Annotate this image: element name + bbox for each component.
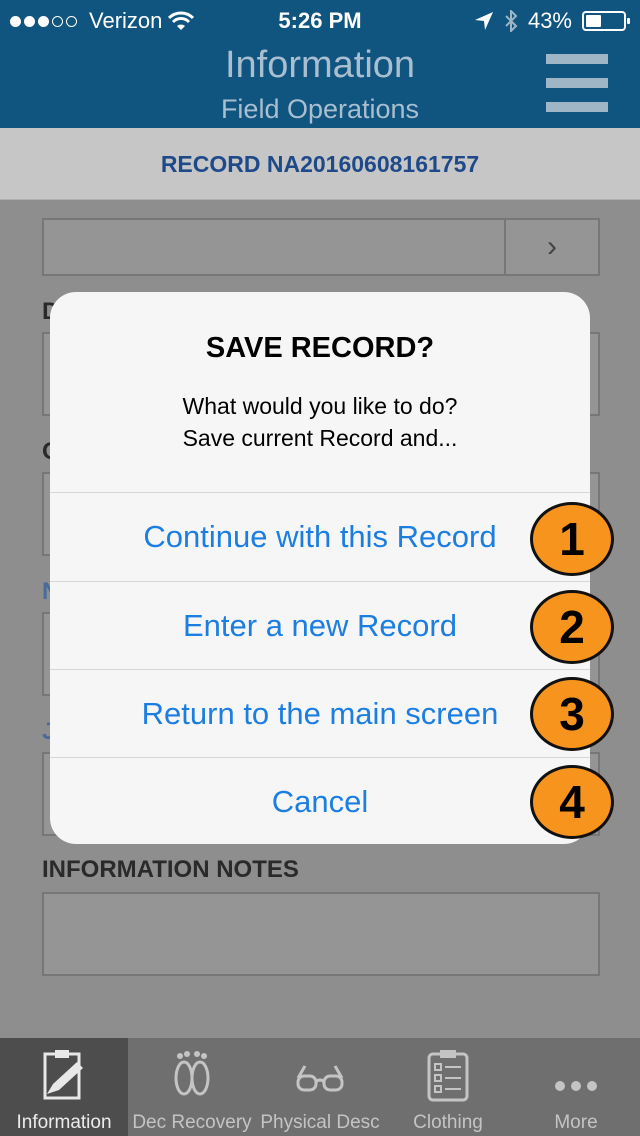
tab-information-label: Information bbox=[16, 1112, 112, 1133]
battery-percent: 43% bbox=[527, 8, 572, 33]
continue-record-label: Continue with this Record bbox=[143, 519, 497, 554]
navigation-bar: Information Field Operations bbox=[0, 40, 640, 128]
tab-more[interactable]: More bbox=[512, 1038, 640, 1136]
number-badge-1: 1 bbox=[530, 502, 614, 576]
alert-title: SAVE RECORD? bbox=[205, 332, 435, 364]
tab-dec-recovery-label: Dec Recovery bbox=[132, 1112, 252, 1133]
return-main-screen-button[interactable]: Return to the main screen bbox=[50, 669, 590, 757]
footprints-icon bbox=[174, 1051, 210, 1096]
tab-clothing[interactable]: Clothing bbox=[384, 1038, 512, 1136]
chevron-right-icon[interactable]: › bbox=[504, 220, 598, 274]
number-badge-2: 2 bbox=[530, 590, 614, 664]
cancel-label: Cancel bbox=[271, 784, 369, 819]
hamburger-menu-icon[interactable] bbox=[546, 54, 608, 112]
tab-physical-desc-label: Physical Desc bbox=[260, 1112, 380, 1133]
tab-clothing-label: Clothing bbox=[413, 1112, 483, 1133]
status-bar: Verizon 5:26 PM 43% bbox=[0, 0, 640, 40]
location-arrow-icon bbox=[474, 12, 493, 30]
tab-bar: Information Dec Recovery Physical Desc C… bbox=[0, 1038, 640, 1136]
information-notes-field[interactable] bbox=[42, 892, 600, 976]
new-record-label: Enter a new Record bbox=[183, 608, 457, 643]
tab-physical-desc[interactable]: Physical Desc bbox=[256, 1038, 384, 1136]
page-subtitle: Field Operations bbox=[220, 94, 420, 124]
glasses-icon bbox=[296, 1065, 344, 1092]
number-badge-3: 3 bbox=[530, 677, 614, 751]
return-main-screen-label: Return to the main screen bbox=[141, 696, 499, 731]
tab-more-label: More bbox=[554, 1112, 598, 1133]
clipboard-pencil-icon bbox=[43, 1050, 83, 1100]
alert-message-line-1: What would you like to do? bbox=[182, 393, 458, 419]
save-record-alert: SAVE RECORD? What would you like to do? … bbox=[50, 292, 590, 844]
information-notes-label: INFORMATION NOTES bbox=[42, 856, 299, 883]
page-title: Information bbox=[224, 44, 416, 86]
alert-message: What would you like to do? Save current … bbox=[50, 390, 590, 454]
record-id-header: RECORD NA20160608161757 bbox=[0, 128, 640, 200]
picker-field[interactable]: › bbox=[42, 218, 600, 276]
tab-information[interactable]: Information bbox=[0, 1038, 128, 1136]
number-badge-4: 4 bbox=[530, 765, 614, 839]
alert-message-line-2: Save current Record and... bbox=[182, 425, 458, 451]
new-record-button[interactable]: Enter a new Record bbox=[50, 581, 590, 669]
status-right: 43% bbox=[474, 8, 630, 34]
continue-record-button[interactable]: Continue with this Record bbox=[50, 492, 590, 580]
tab-dec-recovery[interactable]: Dec Recovery bbox=[128, 1038, 256, 1136]
more-dots-icon bbox=[555, 1081, 597, 1091]
checklist-icon bbox=[427, 1050, 469, 1102]
bluetooth-icon bbox=[505, 10, 518, 32]
cancel-button[interactable]: Cancel bbox=[50, 757, 590, 844]
battery-icon bbox=[582, 11, 630, 31]
